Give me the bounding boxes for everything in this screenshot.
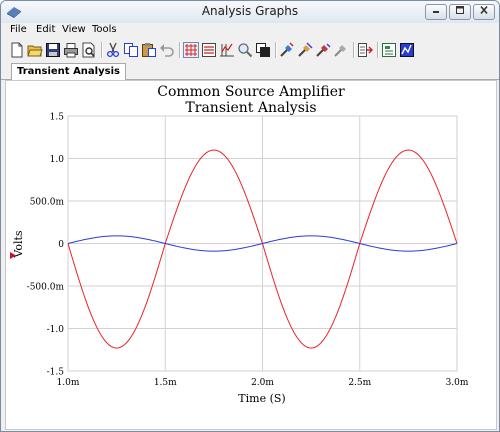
y-tick-label: 1.5 [50, 113, 65, 123]
x-axis-label: Time (S) [238, 392, 285, 405]
analysis-graphs-window: Analysis Graphs File Edit View Tools Tra… [0, 0, 500, 432]
plot-icon[interactable] [315, 42, 331, 58]
new-icon[interactable] [9, 42, 25, 58]
toolbar-separator [377, 42, 379, 58]
toolbar-separator [101, 42, 103, 58]
legend-icon[interactable] [201, 42, 217, 58]
x-tick-label: 1.5m [154, 378, 177, 388]
save-icon[interactable] [45, 42, 61, 58]
menu-edit[interactable]: Edit [36, 24, 55, 35]
toolbar-separator [179, 42, 181, 58]
open-icon[interactable] [27, 42, 43, 58]
title-bar[interactable]: Analysis Graphs [1, 1, 499, 24]
copy-icon[interactable] [123, 42, 139, 58]
graph-properties-icon[interactable] [399, 42, 415, 58]
print-icon[interactable] [63, 42, 79, 58]
overlay-icon[interactable] [255, 42, 271, 58]
minimize-icon [433, 11, 439, 13]
transient-chart: Common Source Amplifier Transient Analys… [10, 84, 469, 405]
toolbar [1, 39, 499, 61]
close-icon [480, 5, 488, 15]
trace-properties-icon[interactable] [297, 42, 313, 58]
x-tick-label: 3.0m [446, 378, 469, 388]
close-button[interactable] [473, 4, 495, 20]
select-trace-icon[interactable] [279, 42, 295, 58]
menu-file[interactable]: File [10, 24, 27, 35]
minimize-button[interactable] [425, 4, 447, 20]
chart-subtitle: Transient Analysis [185, 100, 316, 116]
menu-bar: File Edit View Tools [1, 23, 499, 39]
toolbar-separator [353, 42, 355, 58]
y-tick-label: -1.0 [47, 325, 65, 335]
menu-tools[interactable]: Tools [92, 24, 117, 35]
y-tick-label: 500.0m [30, 198, 65, 208]
toolbar-separator [275, 42, 277, 58]
cut-icon[interactable] [105, 42, 121, 58]
maximize-button[interactable] [449, 4, 471, 20]
menu-view[interactable]: View [62, 24, 86, 35]
undo-icon[interactable] [159, 42, 175, 58]
paste-icon[interactable] [141, 42, 157, 58]
x-tick-label: 2.5m [348, 378, 371, 388]
x-tick-label: 1.0m [57, 378, 80, 388]
export-icon[interactable] [357, 42, 373, 58]
data-icon[interactable] [381, 42, 397, 58]
grid-icon[interactable] [183, 42, 199, 58]
y-tick-label: 1.0 [50, 155, 65, 165]
y-tick-label: -1.5 [47, 368, 65, 378]
print-preview-icon[interactable] [81, 42, 97, 58]
y-axis-label: Volts [12, 230, 25, 258]
cursors-icon[interactable] [219, 42, 235, 58]
chart-title: Common Source Amplifier [157, 84, 345, 100]
tab-strip: Transient Analysis [1, 61, 499, 80]
graph-area[interactable]: Common Source Amplifier Transient Analys… [5, 80, 497, 430]
zoom-icon[interactable] [237, 42, 253, 58]
tab-transient-analysis[interactable]: Transient Analysis [11, 63, 126, 80]
maximize-icon [456, 6, 464, 14]
cursor-properties-icon[interactable] [333, 42, 349, 58]
y-tick-label: 0 [58, 240, 64, 250]
y-tick-label: -500.0m [27, 283, 65, 293]
x-tick-label: 2.0m [251, 378, 274, 388]
